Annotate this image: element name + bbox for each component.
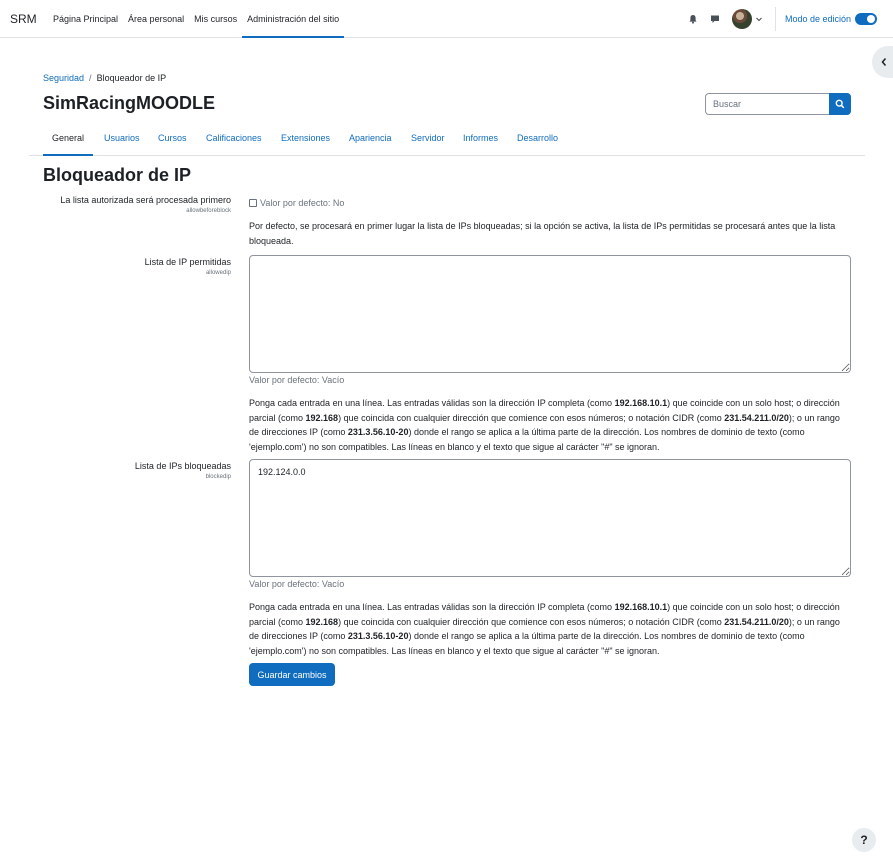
search-button[interactable] xyxy=(829,93,851,115)
avatar[interactable] xyxy=(731,9,752,29)
blockedip-description: Ponga cada entrada en una línea. Las ent… xyxy=(249,602,840,656)
tab-general[interactable]: General xyxy=(43,126,94,156)
user-menu[interactable] xyxy=(731,9,763,29)
tab-server[interactable]: Servidor xyxy=(411,126,445,156)
site-brand[interactable]: SRM xyxy=(10,12,37,26)
tab-reports[interactable]: Informes xyxy=(463,126,498,156)
blockedip-default: Valor por defecto: Vacío xyxy=(249,579,345,589)
edit-mode-toggle[interactable] xyxy=(855,13,877,25)
tab-appearance[interactable]: Apariencia xyxy=(349,126,392,156)
help-button[interactable]: ? xyxy=(852,828,876,852)
allowbeforeblock-checkbox[interactable] xyxy=(249,199,257,207)
blockedip-textarea[interactable]: 192.124.0.0 xyxy=(249,459,851,577)
setting-label-allowedip: Lista de IP permitidas xyxy=(144,257,231,267)
nav-item-my-courses[interactable]: Mis cursos xyxy=(189,0,242,38)
setting-name-allowedip: allowedip xyxy=(205,270,231,276)
allowedip-textarea[interactable] xyxy=(249,255,851,373)
allowbeforeblock-row: Valor por defecto: No xyxy=(249,198,344,208)
navbar-divider xyxy=(774,7,776,31)
tab-users[interactable]: Usuarios xyxy=(104,126,140,156)
top-navbar: SRM Página Principal Área personal Mis c… xyxy=(0,0,893,38)
page-title: SimRacingMOODLE xyxy=(43,93,216,113)
nav-item-home[interactable]: Página Principal xyxy=(48,0,123,38)
nav-item-dashboard[interactable]: Área personal xyxy=(123,0,189,38)
chevron-down-icon xyxy=(756,17,762,22)
search-input[interactable] xyxy=(705,93,829,115)
tab-courses[interactable]: Cursos xyxy=(158,126,187,156)
tab-development[interactable]: Desarrollo xyxy=(517,126,558,156)
primary-navigation: Página Principal Área personal Mis curso… xyxy=(48,0,345,38)
breadcrumb-current: Bloqueador de IP xyxy=(96,73,167,83)
navbar-user-area: Modo de edición xyxy=(682,0,877,38)
breadcrumb-separator: / xyxy=(89,73,92,83)
chevron-left-icon xyxy=(881,58,887,66)
allowedip-description: Ponga cada entrada en una línea. Las ent… xyxy=(249,398,840,452)
notifications-icon[interactable] xyxy=(682,8,704,30)
search-icon xyxy=(835,99,845,109)
nav-item-site-admin[interactable]: Administración del sitio xyxy=(242,0,345,38)
section-title: Bloqueador de IP xyxy=(43,165,192,185)
messages-icon[interactable] xyxy=(704,8,726,30)
admin-tabs: General Usuarios Cursos Calificaciones E… xyxy=(29,126,865,156)
allowbeforeblock-description: Por defecto, se procesará en primer luga… xyxy=(249,221,836,246)
setting-name-blockedip: blockedip xyxy=(205,474,231,480)
tab-plugins[interactable]: Extensiones xyxy=(281,126,330,156)
edit-mode-label: Modo de edición xyxy=(784,14,851,24)
open-drawer-button[interactable] xyxy=(872,46,893,78)
setting-label-blockedip: Lista de IPs bloqueadas xyxy=(134,461,231,471)
breadcrumb-link-security[interactable]: Seguridad xyxy=(43,73,84,83)
setting-label-allowbeforeblock: La lista autorizada será procesada prime… xyxy=(60,195,231,205)
allowbeforeblock-default: Valor por defecto: No xyxy=(260,198,345,208)
tab-grades[interactable]: Calificaciones xyxy=(206,126,262,156)
save-changes-button[interactable]: Guardar cambios xyxy=(249,663,335,686)
breadcrumb: Seguridad / Bloqueador de IP xyxy=(43,73,166,83)
admin-search xyxy=(705,93,851,115)
setting-name-allowbeforeblock: allowbeforeblock xyxy=(186,208,231,214)
allowedip-default: Valor por defecto: Vacío xyxy=(249,375,345,385)
